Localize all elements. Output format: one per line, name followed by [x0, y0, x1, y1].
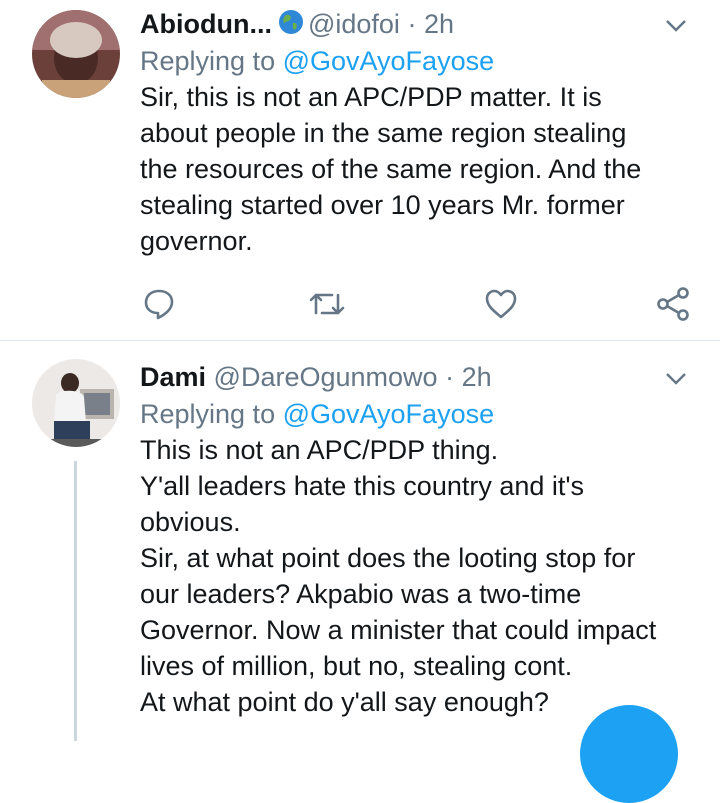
tweet[interactable]: Abiodun... @idofoi · 2h Replying to @GovA… — [0, 0, 720, 341]
avatar[interactable] — [32, 10, 120, 98]
replying-to: Replying to @GovAyoFayose — [140, 399, 495, 429]
tweet-text: This is not an APC/PDP thing. Y'all lead… — [140, 435, 657, 717]
compose-tweet-button[interactable] — [580, 705, 678, 803]
separator-dot: · — [445, 362, 455, 392]
timestamp[interactable]: 2h — [424, 9, 454, 39]
tweet-text: Sir, this is not an APC/PDP matter. It i… — [140, 82, 642, 256]
replying-to: Replying to @GovAyoFayose — [140, 46, 495, 76]
separator-dot: · — [407, 9, 417, 39]
timestamp[interactable]: 2h — [462, 362, 492, 392]
tweet[interactable]: Dami @DareOgunmowo · 2h Replying to @Gov… — [0, 341, 720, 741]
globe-emoji-icon — [278, 7, 304, 45]
like-icon[interactable] — [484, 287, 518, 321]
tweet-actions — [140, 287, 700, 321]
mention-link[interactable]: @GovAyoFayose — [283, 399, 495, 429]
share-icon[interactable] — [656, 287, 690, 321]
user-handle[interactable]: @idofoi — [308, 9, 400, 39]
reply-icon[interactable] — [142, 287, 176, 321]
display-name[interactable]: Dami — [140, 362, 206, 392]
mention-link[interactable]: @GovAyoFayose — [283, 46, 495, 76]
display-name[interactable]: Abiodun... — [140, 9, 272, 39]
chevron-down-icon[interactable] — [664, 13, 688, 37]
chevron-down-icon[interactable] — [664, 366, 688, 390]
retweet-icon[interactable] — [308, 287, 346, 321]
avatar[interactable] — [32, 359, 120, 447]
thread-line — [74, 461, 77, 741]
user-handle[interactable]: @DareOgunmowo — [214, 362, 438, 392]
